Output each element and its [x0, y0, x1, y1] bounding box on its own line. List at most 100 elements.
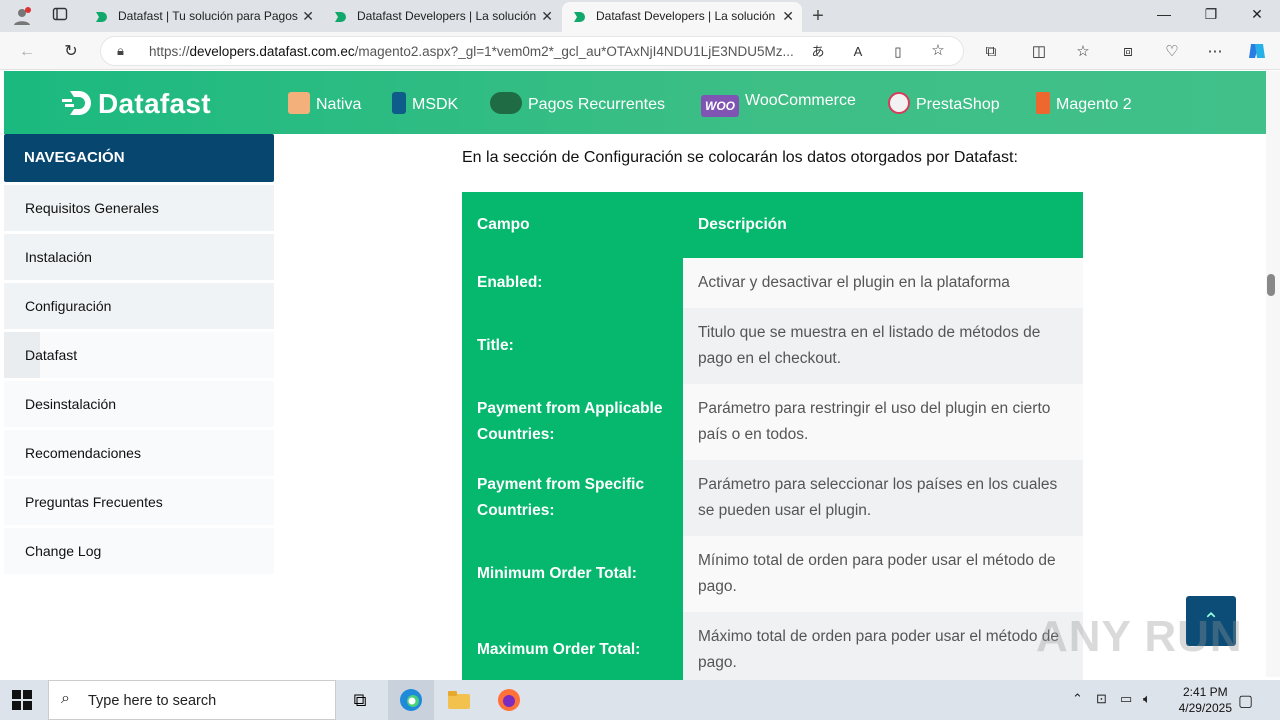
- recurring-payment-icon: [490, 92, 522, 114]
- html-file-icon: [288, 92, 310, 114]
- nav-label: WooCommerce: [745, 92, 856, 109]
- read-aloud-icon[interactable]: A: [847, 41, 869, 63]
- table-row: Payment from Specific Countries: Parámet…: [462, 460, 1083, 536]
- more-menu-icon[interactable]: ⋯: [1204, 41, 1226, 63]
- close-window-icon[interactable]: ✕: [1242, 6, 1272, 23]
- profile-icon[interactable]: [12, 6, 32, 26]
- site-header: Datafast Nativa MSDK Pagos Recurrentes W…: [4, 71, 1266, 134]
- table-row: Minimum Order Total: Mínimo total de ord…: [462, 536, 1083, 612]
- table-cell-description: Titulo que se muestra en el listado de m…: [683, 308, 1083, 384]
- tab-datafast-developers-1[interactable]: Datafast Developers | La solución ✕: [323, 2, 561, 32]
- task-view-icon[interactable]: ⧉: [348, 688, 372, 712]
- sidebar-navigation: NAVEGACIÓN Requisitos Generales Instalac…: [4, 134, 274, 574]
- edge-browser-icon[interactable]: [399, 688, 423, 712]
- sidebar-item-label: Preguntas Frecuentes: [25, 494, 163, 510]
- datafast-logo-icon: [62, 89, 94, 117]
- table-cell-description: Parámetro para seleccionar los países en…: [683, 460, 1083, 536]
- sidebar-item-label: Datafast: [25, 347, 78, 363]
- favorite-star-icon[interactable]: ☆: [927, 40, 949, 62]
- back-icon[interactable]: ←: [16, 41, 38, 63]
- table-cell-field: Maximum Order Total:: [462, 612, 683, 688]
- sidebar-item-instalacion[interactable]: Instalación: [4, 234, 274, 280]
- tab-datafast-developers-active[interactable]: Datafast Developers | La solución ✕: [562, 2, 802, 32]
- table-cell-description: Mínimo total de orden para poder usar el…: [683, 536, 1083, 612]
- tab-datafast-pagos[interactable]: Datafast | Tu solución para Pagos ✕: [84, 2, 322, 32]
- url-prefix: https://: [149, 44, 190, 59]
- table-cell-field: Enabled:: [462, 258, 683, 308]
- address-bar-row: ← ↻ 🔒︎ https://developers.datafast.com.e…: [0, 32, 1280, 70]
- sidebar-item-datafast[interactable]: Datafast: [4, 332, 274, 378]
- sidebar-item-preguntas-frecuentes[interactable]: Preguntas Frecuentes: [4, 479, 274, 525]
- close-tab-icon[interactable]: ✕: [541, 8, 553, 25]
- sidebar-item-label: Instalación: [25, 249, 92, 265]
- url-field[interactable]: 🔒︎ https://developers.datafast.com.ec/ma…: [100, 36, 964, 66]
- translate-icon[interactable]: あ: [807, 41, 829, 63]
- system-clock[interactable]: 2:41 PM 4/29/2025: [1179, 684, 1232, 716]
- config-intro-text: En la sección de Configuración se coloca…: [462, 149, 1018, 166]
- lock-icon[interactable]: 🔒︎: [117, 43, 124, 59]
- copilot-icon[interactable]: [1246, 41, 1268, 63]
- windows-start-icon[interactable]: [12, 690, 32, 710]
- monitor-icon[interactable]: ▭: [1120, 691, 1132, 707]
- new-tab-icon[interactable]: +: [808, 6, 828, 26]
- woocommerce-icon: WOO: [701, 95, 739, 117]
- favorites-icon[interactable]: ☆: [1072, 41, 1094, 63]
- browser-essentials-icon[interactable]: ♡: [1161, 41, 1183, 63]
- table-row: Maximum Order Total: Máximo total de ord…: [462, 612, 1083, 688]
- tray-chevron-icon[interactable]: ⌃: [1072, 691, 1083, 707]
- firefox-icon[interactable]: [497, 688, 521, 712]
- search-placeholder: Type here to search: [88, 693, 217, 709]
- sidebar-item-label: Configuración: [25, 298, 112, 314]
- table-cell-description: Activar y desactivar el plugin en la pla…: [683, 258, 1083, 308]
- extensions-icon[interactable]: ⧉: [980, 41, 1002, 63]
- file-explorer-icon[interactable]: [447, 688, 471, 712]
- table-cell-field: Title:: [462, 308, 683, 384]
- table-row: Payment from Applicable Countries: Parám…: [462, 384, 1083, 460]
- close-tab-icon[interactable]: ✕: [782, 8, 794, 25]
- tab-label: Datafast Developers | La solución: [357, 9, 537, 23]
- table-cell-field: Minimum Order Total:: [462, 536, 683, 612]
- table-header-campo: Campo: [462, 192, 683, 258]
- sidebar-item-requisitos-generales[interactable]: Requisitos Generales: [4, 185, 274, 231]
- scrollbar-thumb[interactable]: [1267, 274, 1275, 296]
- tab-actions-icon[interactable]: [50, 6, 70, 26]
- nav-label: Magento 2: [1056, 96, 1132, 113]
- nav-magento-2[interactable]: Magento 2: [1036, 92, 1132, 114]
- sidebar-item-desinstalacion[interactable]: Desinstalación: [4, 381, 274, 427]
- nav-prestashop[interactable]: PrestaShop: [888, 92, 1000, 114]
- table-row: Enabled: Activar y desactivar el plugin …: [462, 258, 1083, 308]
- table-cell-description: Parámetro para restringir el uso del plu…: [683, 384, 1083, 460]
- sidebar-title: NAVEGACIÓN: [4, 134, 274, 182]
- nav-msdk[interactable]: MSDK: [392, 92, 458, 114]
- network-icon[interactable]: ⊡: [1096, 691, 1107, 707]
- sidebar-item-configuracion[interactable]: Configuración: [4, 283, 274, 329]
- minimize-icon[interactable]: —: [1149, 6, 1179, 22]
- datafast-logo[interactable]: Datafast: [62, 88, 211, 120]
- table-header-descripcion: Descripción: [683, 192, 1083, 258]
- prestashop-icon: [888, 92, 910, 114]
- nav-pagos-recurrentes[interactable]: Pagos Recurrentes: [490, 92, 665, 114]
- table-cell-field: Payment from Specific Countries:: [462, 460, 683, 536]
- browser-tab-bar: Datafast | Tu solución para Pagos ✕ Data…: [0, 0, 1280, 32]
- refresh-icon[interactable]: ↻: [60, 41, 82, 63]
- notifications-icon[interactable]: ▢: [1238, 691, 1253, 711]
- sidebar-item-change-log[interactable]: Change Log: [4, 528, 274, 574]
- collections-icon[interactable]: ⧈: [1117, 41, 1139, 63]
- page-scrollbar[interactable]: [1266, 71, 1280, 677]
- sidebar-item-label: Requisitos Generales: [25, 200, 159, 216]
- nav-nativa[interactable]: Nativa: [288, 92, 361, 114]
- split-screen-icon[interactable]: ◫: [1028, 41, 1050, 63]
- maximize-icon[interactable]: ❐: [1196, 6, 1226, 23]
- nav-woocommerce[interactable]: WOO WooCommerce: [701, 92, 856, 117]
- magento-icon: [1036, 92, 1050, 114]
- immersive-reader-icon[interactable]: ▯: [887, 41, 909, 63]
- tab-label: Datafast Developers | La solución: [596, 9, 776, 23]
- taskbar-search-box[interactable]: ⌕ Type here to search: [48, 680, 336, 720]
- volume-icon[interactable]: 🔈︎: [1143, 691, 1151, 707]
- mobile-sdk-icon: [392, 92, 406, 114]
- close-tab-icon[interactable]: ✕: [302, 8, 314, 25]
- sidebar-item-recomendaciones[interactable]: Recomendaciones: [4, 430, 274, 476]
- datafast-favicon-icon: [574, 12, 585, 22]
- url-path: /magento2.aspx?_gl=1*vem0m2*_gcl_au*OTAx…: [354, 44, 794, 59]
- table-cell-field: Payment from Applicable Countries:: [462, 384, 683, 460]
